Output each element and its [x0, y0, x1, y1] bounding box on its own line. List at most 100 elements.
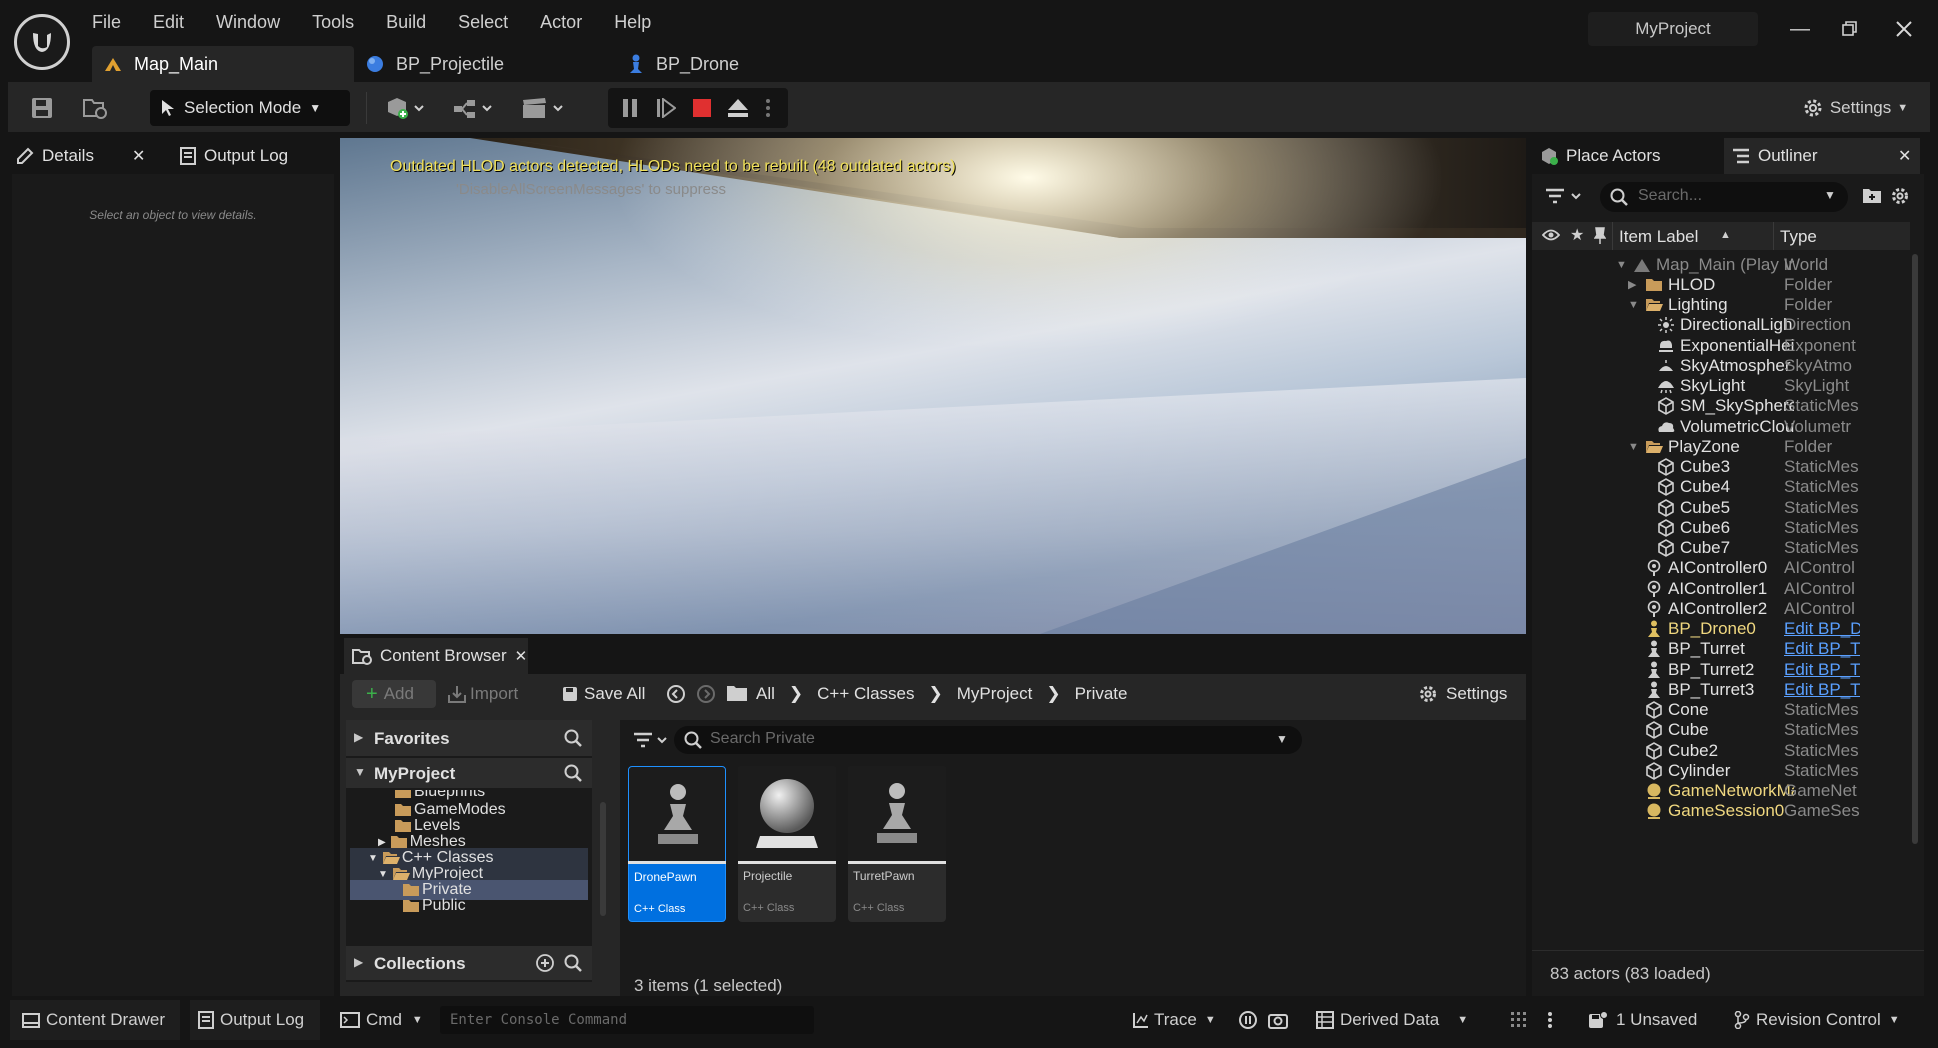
col-item-label[interactable]: Item Label: [1619, 227, 1698, 247]
breadcrumb-myproject[interactable]: MyProject: [957, 684, 1033, 704]
chevron-down-icon[interactable]: ▼: [1628, 299, 1639, 311]
menu-file[interactable]: File: [92, 12, 121, 33]
gear-icon[interactable]: [1890, 186, 1910, 206]
revision-control-dropdown[interactable]: Revision Control ▼: [1734, 1000, 1914, 1040]
add-folder-icon[interactable]: [1862, 186, 1882, 204]
col-type[interactable]: Type: [1780, 227, 1817, 247]
breadcrumb-private[interactable]: Private: [1075, 684, 1128, 704]
filter-icon[interactable]: [632, 728, 672, 752]
chevron-right-icon: ▶: [354, 955, 364, 969]
add-button[interactable]: + Add: [352, 680, 436, 708]
content-browser-label: Content Browser: [380, 646, 507, 665]
outliner-scrollbar[interactable]: [1912, 254, 1918, 844]
asset-tile-dronepawn[interactable]: DronePawn C++ Class: [628, 766, 726, 922]
close-tab-icon[interactable]: ✕: [1898, 146, 1911, 166]
tab-bp-drone[interactable]: BP_Drone: [616, 46, 816, 82]
pin-icon[interactable]: [1594, 227, 1606, 245]
search-icon[interactable]: [564, 954, 582, 972]
menu-build[interactable]: Build: [386, 12, 426, 33]
chevron-down-icon[interactable]: ▼: [1628, 441, 1639, 453]
close-window-icon[interactable]: [1884, 14, 1924, 44]
blueprint-menu-icon[interactable]: [448, 90, 500, 126]
record-icon[interactable]: [1238, 1000, 1260, 1040]
actor-class-icon: [738, 766, 836, 862]
tab-bp-projectile[interactable]: BP_Projectile: [354, 46, 616, 82]
visibility-icon[interactable]: [1542, 228, 1560, 242]
add-label: Add: [383, 684, 414, 703]
asset-search-input[interactable]: Search Private ▼: [674, 726, 1302, 754]
breadcrumb-all[interactable]: All: [756, 684, 775, 704]
favorites-header[interactable]: ▶ Favorites: [346, 720, 592, 756]
forward-icon[interactable]: [696, 684, 716, 704]
collections-header[interactable]: ▶ Collections: [346, 946, 592, 980]
folder-icon: [402, 883, 420, 897]
cb-settings-button[interactable]: Settings: [1418, 680, 1507, 708]
settings-label: Settings: [1829, 98, 1892, 117]
content-drawer-button[interactable]: Content Drawer: [10, 1000, 180, 1040]
close-tab-icon[interactable]: ✕: [515, 647, 528, 665]
tree-scrollbar[interactable]: [600, 802, 606, 916]
settings-button[interactable]: Settings ▼: [1792, 90, 1918, 126]
tab-outliner[interactable]: Outliner ✕: [1724, 138, 1920, 174]
tab-map-main[interactable]: Map_Main: [92, 46, 354, 82]
asset-tile-projectile[interactable]: Projectile C++ Class: [738, 766, 836, 922]
screenshot-icon[interactable]: [1268, 1000, 1290, 1040]
pause-icon[interactable]: [612, 90, 648, 126]
more-options-icon[interactable]: [756, 90, 780, 126]
unreal-logo-icon[interactable]: [14, 14, 70, 70]
chevron-down-icon[interactable]: ▼: [1616, 259, 1627, 271]
console-command-input[interactable]: Enter Console Command: [440, 1006, 814, 1034]
asset-tile-turretpawn[interactable]: TurretPawn C++ Class: [848, 766, 946, 922]
step-forward-icon[interactable]: [648, 90, 684, 126]
minimize-icon[interactable]: —: [1780, 14, 1820, 44]
tree-label: Public: [422, 897, 466, 914]
tree-folder-public[interactable]: Public: [402, 896, 466, 916]
browse-content-icon[interactable]: [78, 90, 114, 126]
menu-tools[interactable]: Tools: [312, 12, 354, 33]
menu-edit[interactable]: Edit: [153, 12, 184, 33]
chevron-right-icon[interactable]: ▶: [1628, 278, 1636, 291]
myproject-header[interactable]: ▼ MyProject: [346, 758, 592, 788]
selection-mode-dropdown[interactable]: Selection Mode ▼: [150, 90, 350, 126]
restore-icon[interactable]: [1830, 14, 1870, 44]
menu-window[interactable]: Window: [216, 12, 280, 33]
tab-details[interactable]: Details ✕: [16, 138, 166, 174]
filter-icon[interactable]: [1544, 184, 1588, 208]
output-log-button[interactable]: Output Log: [190, 1000, 320, 1040]
stop-icon[interactable]: [684, 90, 720, 126]
tab-label: BP_Projectile: [396, 53, 505, 74]
import-button[interactable]: Import: [448, 680, 518, 708]
folder-icon[interactable]: [726, 684, 748, 702]
grid-icon[interactable]: [1510, 1000, 1534, 1040]
add-actor-icon[interactable]: [380, 90, 432, 126]
add-collection-icon[interactable]: [536, 954, 554, 972]
menu-select[interactable]: Select: [458, 12, 508, 33]
star-icon[interactable]: ★: [1570, 225, 1584, 245]
menu-actor[interactable]: Actor: [540, 12, 582, 33]
content-browser-tabbar: Content Browser ✕: [340, 638, 1526, 674]
breadcrumb-cpp-classes[interactable]: C++ Classes: [817, 684, 914, 704]
unsaved-button[interactable]: 1 Unsaved: [1588, 1000, 1700, 1040]
save-icon[interactable]: [24, 90, 60, 126]
menu-help[interactable]: Help: [614, 12, 651, 33]
tab-place-actors[interactable]: Place Actors: [1540, 138, 1720, 174]
search-icon[interactable]: [564, 764, 582, 782]
tab-output-log-label: Output Log: [204, 146, 289, 165]
level-viewport[interactable]: Outdated HLOD actors detected, HLODs nee…: [340, 138, 1526, 634]
cinematics-icon[interactable]: [516, 90, 572, 126]
save-all-button[interactable]: Save All: [562, 680, 645, 708]
trace-dropdown[interactable]: Trace ▼: [1132, 1000, 1222, 1040]
more-options-icon[interactable]: [1548, 1000, 1562, 1040]
tree-folder-private[interactable]: Private: [350, 880, 588, 900]
back-icon[interactable]: [666, 684, 686, 704]
derived-data-dropdown[interactable]: Derived Data ▼: [1316, 1000, 1476, 1040]
tab-output-log[interactable]: Output Log: [180, 138, 330, 174]
tab-content-browser[interactable]: Content Browser ✕: [344, 638, 528, 674]
cmd-dropdown[interactable]: Cmd ▼: [336, 1000, 426, 1040]
cmd-label: Cmd: [366, 1010, 402, 1029]
close-tab-icon[interactable]: ✕: [132, 146, 145, 166]
eject-icon[interactable]: [720, 90, 756, 126]
search-icon[interactable]: [564, 729, 582, 747]
outliner-search-input[interactable]: Search... ▼: [1600, 182, 1848, 212]
outliner-row[interactable]: GameSession0 GameSes: [1532, 799, 1910, 824]
